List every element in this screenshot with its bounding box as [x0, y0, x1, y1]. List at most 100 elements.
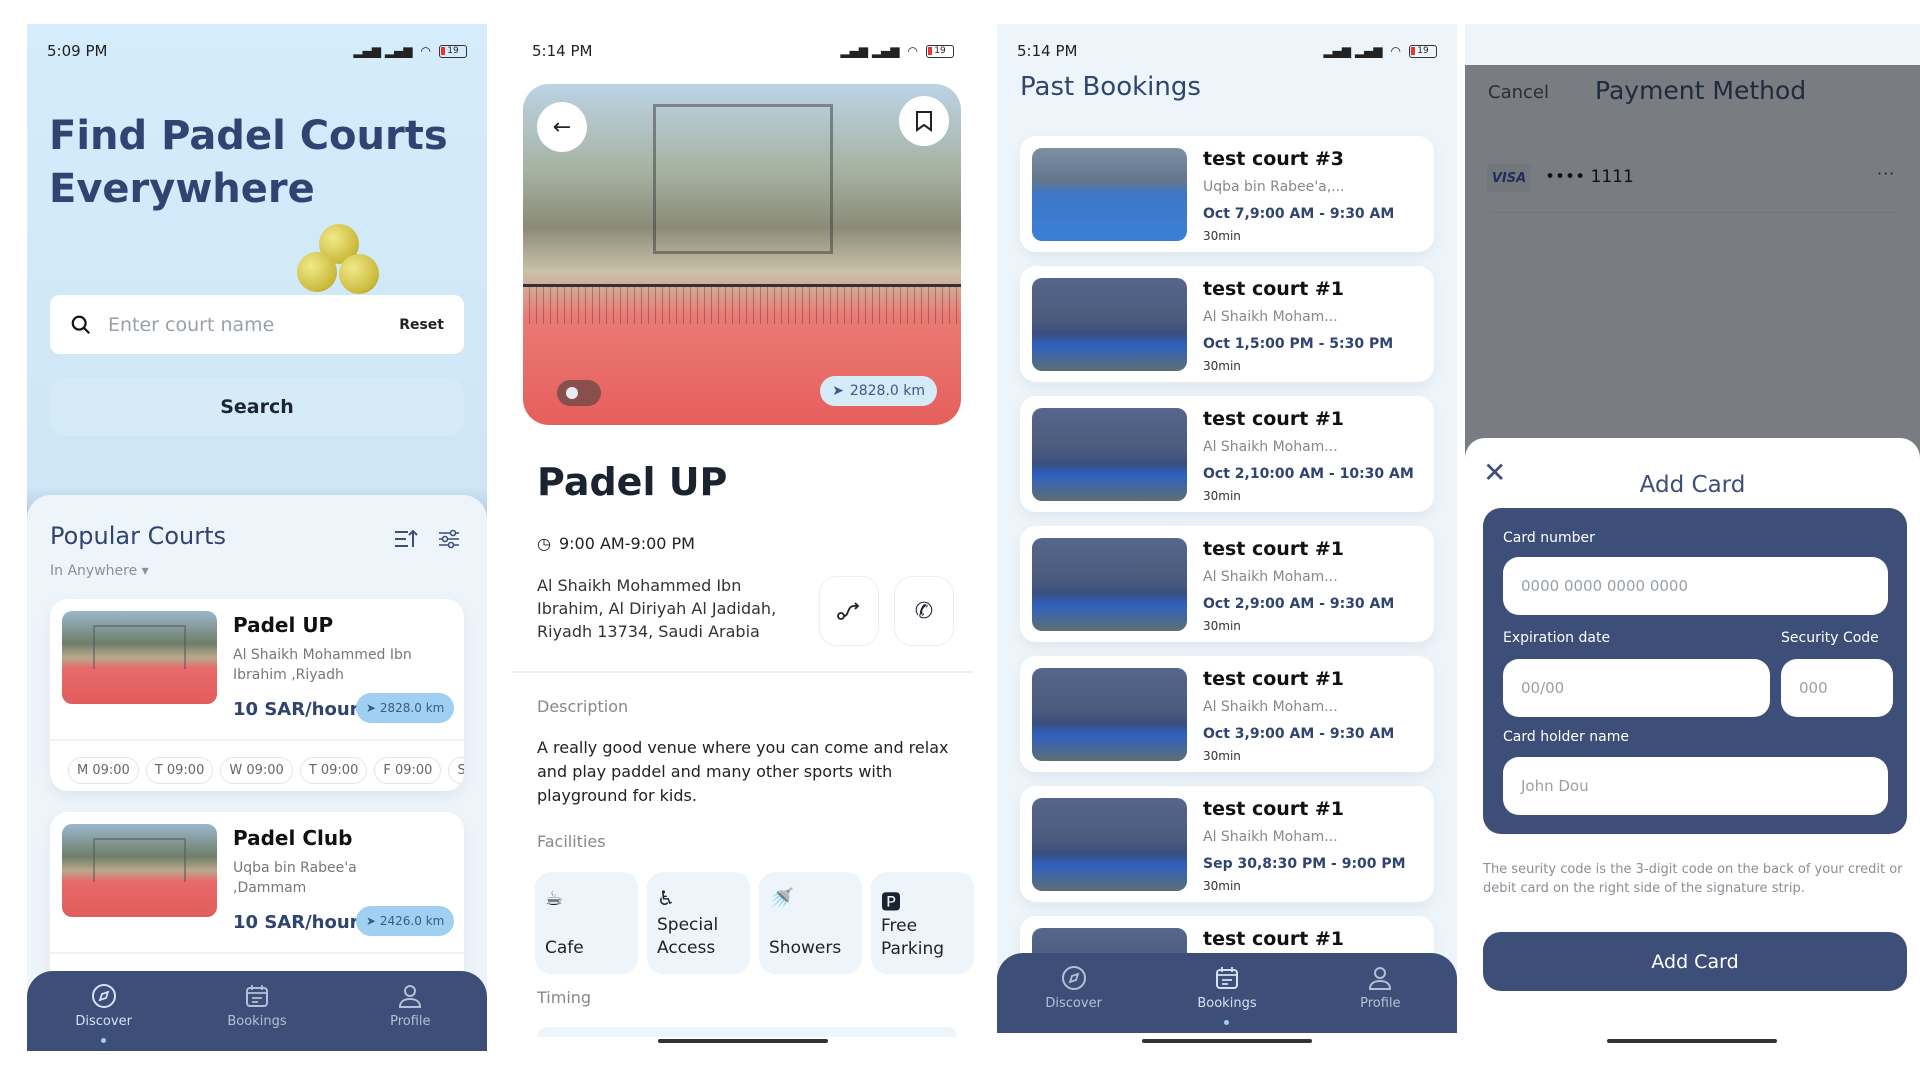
holder-name-placeholder: John Dou: [1521, 777, 1589, 795]
venue-title: Padel UP: [537, 460, 728, 504]
time-slot-chip[interactable]: S 09:00: [448, 757, 464, 784]
compass-icon: [91, 983, 117, 1009]
navigation-arrow-icon: ➤: [366, 701, 377, 715]
status-time: 5:09 PM: [47, 42, 108, 60]
booking-time: Oct 7,9:00 AM - 9:30 AM: [1203, 206, 1395, 222]
card-number-label: Card number: [1503, 530, 1595, 546]
facility-tile: ♿ Special Access: [647, 872, 750, 974]
search-input[interactable]: Enter court name Reset: [50, 295, 464, 354]
booking-card[interactable]: test court #1 Al Shaikh Moham... Oct 2,9:0…: [1020, 526, 1434, 642]
bookmark-button[interactable]: [899, 96, 949, 146]
bottom-nav: Discover Bookings Profile: [997, 953, 1457, 1033]
page-title: Past Bookings: [1020, 72, 1201, 102]
nav-bookings[interactable]: Bookings: [207, 983, 307, 1029]
distance-value: 2828.0 km: [849, 383, 925, 399]
card-number-input[interactable]: 0000 0000 0000 0000: [1503, 557, 1888, 615]
security-help-text: The seurity code is the 3-digit code on …: [1483, 862, 1903, 896]
court-address: Al Shaikh Mohammed Ibn Ibrahim ,Riyadh: [233, 647, 412, 683]
nav-label: Bookings: [227, 1014, 287, 1029]
holder-name-input[interactable]: John Dou: [1503, 757, 1888, 815]
facility-tile: 🅿 Free Parking: [871, 872, 974, 974]
hours-text: 9:00 AM-9:00 PM: [558, 534, 695, 553]
directions-button[interactable]: [819, 576, 879, 646]
coffee-cup-icon: ☕: [545, 886, 563, 910]
booking-time: Oct 3,9:00 AM - 9:30 AM: [1203, 726, 1395, 742]
reset-button[interactable]: Reset: [399, 317, 444, 333]
search-button[interactable]: Search: [50, 378, 464, 436]
facility-label: Free Parking: [881, 916, 945, 959]
venue-address: Al Shaikh Mohammed Ibn Ibrahim, Al Diriy…: [537, 576, 777, 641]
location-filter-dropdown[interactable]: In Anywhere ▾: [50, 563, 149, 579]
security-code-placeholder: 000: [1799, 679, 1828, 697]
status-time: 5:14 PM: [1017, 42, 1078, 60]
add-card-button[interactable]: Add Card: [1483, 932, 1907, 991]
nav-label: Discover: [75, 1014, 132, 1029]
nav-bookings[interactable]: Bookings: [1177, 965, 1277, 1025]
booking-court-name: test court #3: [1203, 148, 1345, 170]
booking-court-name: test court #1: [1203, 538, 1345, 560]
booking-card[interactable]: test court #3 Uqba bin Rabee'a,... Oct 7,9…: [1020, 136, 1434, 252]
court-price: 10 SAR/hour: [233, 699, 359, 720]
court-card[interactable]: Padel UP Al Shaikh Mohammed Ibn Ibrahim …: [50, 599, 464, 791]
nav-profile[interactable]: Profile: [360, 983, 460, 1029]
active-indicator: [1224, 1020, 1230, 1025]
home-indicator[interactable]: [1607, 1039, 1777, 1043]
booking-court-name: test court #1: [1203, 278, 1345, 300]
distance-badge: ➤ 2426.0 km: [356, 906, 455, 936]
nav-profile[interactable]: Profile: [1330, 965, 1430, 1011]
booking-card[interactable]: test court #1 Al Shaikh Moham... Oct 2,10:…: [1020, 396, 1434, 512]
status-strip: [1465, 24, 1920, 65]
court-price: 10 SAR/hour: [233, 912, 359, 933]
parking-icon: 🅿: [881, 890, 901, 914]
call-button[interactable]: ✆: [894, 576, 954, 646]
booking-duration: 30min: [1203, 229, 1241, 243]
home-indicator[interactable]: [1142, 1039, 1312, 1043]
security-code-label: Security Code: [1781, 630, 1879, 646]
time-slot-chip[interactable]: F 09:00: [374, 757, 442, 784]
booking-time: Oct 2,10:00 AM - 10:30 AM: [1203, 466, 1414, 482]
booking-duration: 30min: [1203, 619, 1241, 633]
expiration-input[interactable]: 00/00: [1503, 659, 1770, 717]
search-icon: [71, 315, 91, 334]
back-button[interactable]: ←: [537, 102, 587, 152]
calendar-icon: [244, 983, 270, 1009]
compass-icon: [1061, 965, 1087, 991]
court-name: Padel UP: [233, 613, 334, 637]
booking-address: Uqba bin Rabee'a,...: [1203, 179, 1345, 195]
bookings-screen: 5:14 PM ▂▄▆ ▂▄▆ ◠ 19 Past Bookings test co…: [997, 24, 1457, 1051]
discover-screen: 5:09 PM ▂▄▆ ▂▄▆ ◠ 19 Find Padel Courts Eve…: [27, 24, 487, 1051]
filter-icon[interactable]: [437, 528, 461, 550]
court-image: [1032, 668, 1187, 761]
time-slot-chip[interactable]: W 09:00: [220, 757, 293, 784]
payment-screen: Cancel Payment Method VISA •••• 1111 ···…: [1465, 24, 1920, 1051]
signal-icon: ▂▄▆ ▂▄▆: [353, 44, 413, 58]
court-hero-image: ← ➤ 2828.0 km: [523, 84, 961, 425]
nav-discover[interactable]: Discover: [1024, 965, 1124, 1011]
booking-card[interactable]: test court #1 Al Shaikh Moham... Sep 30,8:…: [1020, 786, 1434, 902]
nav-discover[interactable]: Discover: [54, 983, 154, 1043]
booking-court-name: test court #1: [1203, 408, 1345, 430]
nav-label: Profile: [390, 1014, 431, 1029]
sort-icon[interactable]: [393, 528, 419, 550]
distance-value: 2828.0 km: [379, 701, 445, 715]
image-indicator[interactable]: [557, 380, 601, 406]
booking-card[interactable]: test court #1 Al Shaikh Moham... Oct 3,9:0…: [1020, 656, 1434, 772]
distance-badge: ➤ 2828.0 km: [820, 376, 937, 406]
time-slot-chip[interactable]: T 09:00: [299, 757, 368, 784]
popular-title: Popular Courts: [50, 522, 227, 550]
booking-card[interactable]: test court #1 Al Shaikh Moham... Oct 1,5:0…: [1020, 266, 1434, 382]
expiration-label: Expiration date: [1503, 630, 1611, 646]
cancel-button[interactable]: Cancel: [1488, 82, 1549, 103]
hero-title: Find Padel Courts Everywhere: [49, 113, 448, 212]
facility-label: Cafe: [545, 938, 584, 958]
page-title: Payment Method: [1595, 76, 1807, 105]
distance-badge: ➤ 2828.0 km: [356, 693, 455, 723]
more-options-icon[interactable]: ···: [1877, 164, 1895, 183]
security-code-input[interactable]: 000: [1781, 659, 1893, 717]
home-indicator[interactable]: [658, 1039, 828, 1043]
active-indicator: [101, 1038, 107, 1043]
time-slot-chip[interactable]: M 09:00: [68, 757, 139, 784]
wifi-icon: ◠: [1390, 44, 1401, 58]
time-slot-chip[interactable]: T 09:00: [145, 757, 214, 784]
booking-duration: 30min: [1203, 359, 1241, 373]
